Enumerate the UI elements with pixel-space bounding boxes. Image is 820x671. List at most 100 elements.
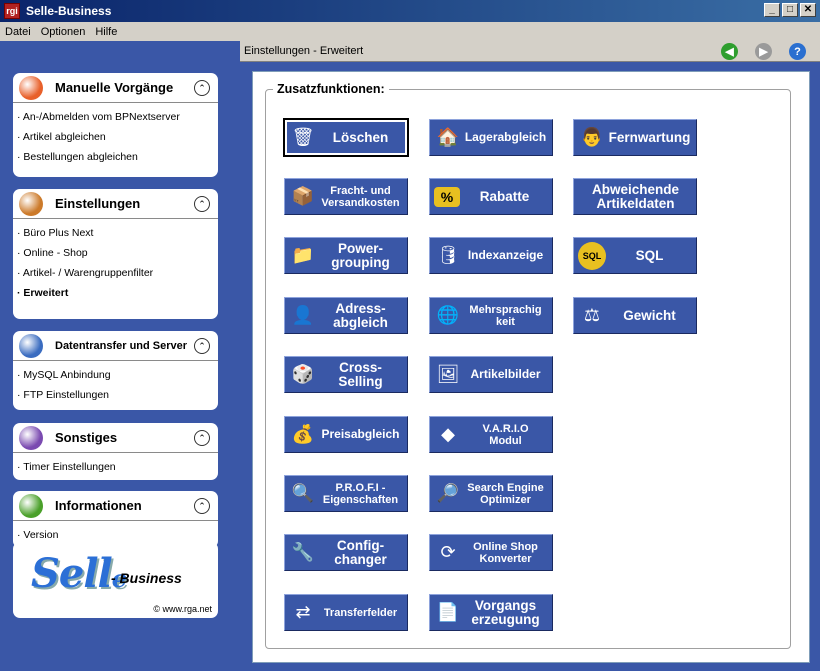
feature-button-label: Power- grouping [331,240,390,270]
sidebar-panel-title: Sonstiges [55,430,118,445]
collapse-icon[interactable]: ⌃ [194,80,210,96]
feature-button-label: Fracht- und Versandkosten [321,184,400,209]
feature-button[interactable]: 📄 Vorgangs erzeugung [429,594,553,631]
feature-button-label: Gewicht [623,307,676,323]
feature-button[interactable]: 🔍 P.R.O.F.I - Eigenschaften [284,475,408,512]
feature-button[interactable]: 🔧 Config- changer [284,534,408,571]
feature-button-label: Search Engine Optimizer [467,481,544,506]
feature-button-label: Config- changer [334,537,387,567]
feature-button-label: SQL [635,247,664,263]
sidebar-link[interactable]: · Artikel abgleichen [17,127,218,147]
sidebar-link-label: Timer Einstellungen [23,461,116,473]
feature-button-label: Online Shop Konverter [473,540,538,565]
feature-button[interactable]: ⚖ Gewicht [573,297,697,334]
sidebar-panel-header[interactable]: Informationen ⌃ [13,491,218,521]
feature-button-label: Abweichende Artikeldaten [591,181,680,211]
help-icon[interactable]: ? [789,43,806,60]
feature-button-label: Adress- abgleich [333,300,388,330]
app-icon: rgi [4,3,20,19]
feature-button-label: Artikelbilder [470,367,541,381]
sidebar-link-label: Online - Shop [23,247,88,259]
trash-icon: 🗑 [291,127,315,147]
minimize-button[interactable]: _ [764,3,780,17]
sidebar-panel-title: Datentransfer und Server [55,339,188,352]
feature-button[interactable]: SQL SQL [573,237,697,274]
sidebar-link[interactable]: · Artikel- / Warengruppenfilter [17,263,218,283]
menu-hilfe[interactable]: Hilfe [90,26,122,38]
sidebar-link[interactable]: · Büro Plus Next [17,223,218,243]
feature-button[interactable]: 👨 Fernwartung [573,119,697,156]
close-button[interactable]: ✕ [800,3,816,17]
wrench-icon: 🔧 [291,542,315,562]
play-icon [19,75,43,100]
menu-optionen[interactable]: Optionen [36,26,91,38]
feature-button[interactable]: 🛢 Indexanzeige [429,237,553,274]
window-title: Selle-Business [26,4,112,18]
back-arrow-icon[interactable]: ◀ [721,43,738,60]
brand-logo: Selle - Business © www.rga.net [13,542,218,618]
sidebar-link[interactable]: · Erweitert [17,283,218,303]
feature-button-label: Transferfelder [323,606,398,619]
feature-button[interactable]: 🌐 Mehrsprachig keit [429,297,553,334]
house-icon: 🏠 [436,127,460,147]
sidebar-link[interactable]: · An-/Abmelden vom BPNextserver [17,107,218,127]
sidebar-panel: Datentransfer und Server ⌃ · MySQL Anbindu… [13,331,218,410]
content-panel: Zusatzfunktionen: 🗑 Löschen 📦 Fracht- und V… [252,71,810,663]
feature-button[interactable]: 📁 Power- grouping [284,237,408,274]
sidebar-panel-header[interactable]: Datentransfer und Server ⌃ [13,331,218,361]
sidebar-panel-title: Einstellungen [55,196,141,211]
logo-business-text: - Business [111,570,182,586]
sidebar-panel: Einstellungen ⌃ · Büro Plus Next · Online -… [13,189,218,319]
collapse-icon[interactable]: ⌃ [194,196,210,212]
feature-button[interactable]: 🗑 Löschen [283,118,409,157]
collapse-icon[interactable]: ⌃ [194,430,210,446]
menu-datei[interactable]: Datei [0,26,36,38]
scale-icon: ⚖ [583,305,601,325]
sidebar-link[interactable]: · Bestellungen abgleichen [17,147,218,167]
feature-button-label: V.A.R.I.O Modul [482,422,529,447]
tools-icon [19,191,43,216]
support-icon: 👨 [580,127,604,147]
menu-bar: Datei Optionen Hilfe [0,22,820,41]
sidebar-link-label: Erweitert [23,287,69,299]
collapse-icon[interactable]: ⌃ [194,498,210,514]
content-header: Einstellungen - Erweitert ◀ ▶ ? [240,41,820,62]
sidebar-link[interactable]: · MySQL Anbindung [17,365,218,385]
forward-arrow-icon[interactable]: ▶ [755,43,772,60]
feature-button[interactable]: 🏠 Lagerabgleich [429,119,553,156]
sidebar-panel-title: Manuelle Vorgänge [55,80,174,95]
sidebar-link-label: An-/Abmelden vom BPNextserver [22,111,180,123]
feature-button[interactable]: 👤 Adress- abgleich [284,297,408,334]
feature-button-label: Mehrsprachig keit [469,303,542,328]
maximize-button[interactable]: □ [782,3,798,17]
seo-icon: 🔎 [436,483,460,503]
feature-button[interactable]: 🎲 Cross- Selling [284,356,408,393]
sidebar-link[interactable]: · Online - Shop [17,243,218,263]
sidebar-panel-header[interactable]: Sonstiges ⌃ [13,423,218,453]
feature-button[interactable]: 💰 Preisabgleich [284,416,408,453]
convert-icon: ⟳ [440,542,456,562]
feature-button[interactable]: % Rabatte [429,178,553,215]
feature-button[interactable]: Abweichende Artikeldaten [573,178,697,215]
feature-button[interactable]: 🔎 Search Engine Optimizer [429,475,553,512]
sidebar-link[interactable]: · Timer Einstellungen [17,457,218,477]
logo-url: © www.rga.net [153,604,212,614]
feature-button[interactable]: ◆ V.A.R.I.O Modul [429,416,553,453]
sidebar-panel-header[interactable]: Manuelle Vorgänge ⌃ [13,73,218,103]
document-icon: 📄 [436,602,460,622]
sql-icon: SQL [578,241,606,270]
sidebar-panel-header[interactable]: Einstellungen ⌃ [13,189,218,219]
feature-button[interactable]: ⇄ Transferfelder [284,594,408,631]
sidebar-link[interactable]: · FTP Einstellungen [17,385,218,405]
group-title: Zusatzfunktionen: [273,82,389,96]
sidebar-link-label: MySQL Anbindung [23,369,111,381]
feature-button[interactable]: 🖼 Artikelbilder [429,356,553,393]
collapse-icon[interactable]: ⌃ [194,338,210,354]
address-icon: 👤 [291,305,315,325]
feature-button[interactable]: ⟳ Online Shop Konverter [429,534,553,571]
feature-button[interactable]: 📦 Fracht- und Versandkosten [284,178,408,215]
cubes-icon: ◆ [441,424,455,444]
price-icon: 💰 [291,424,315,444]
feature-button-label: Rabatte [479,188,530,204]
sidebar-panel: Manuelle Vorgänge ⌃ · An-/Abmelden vom BPN… [13,73,218,177]
